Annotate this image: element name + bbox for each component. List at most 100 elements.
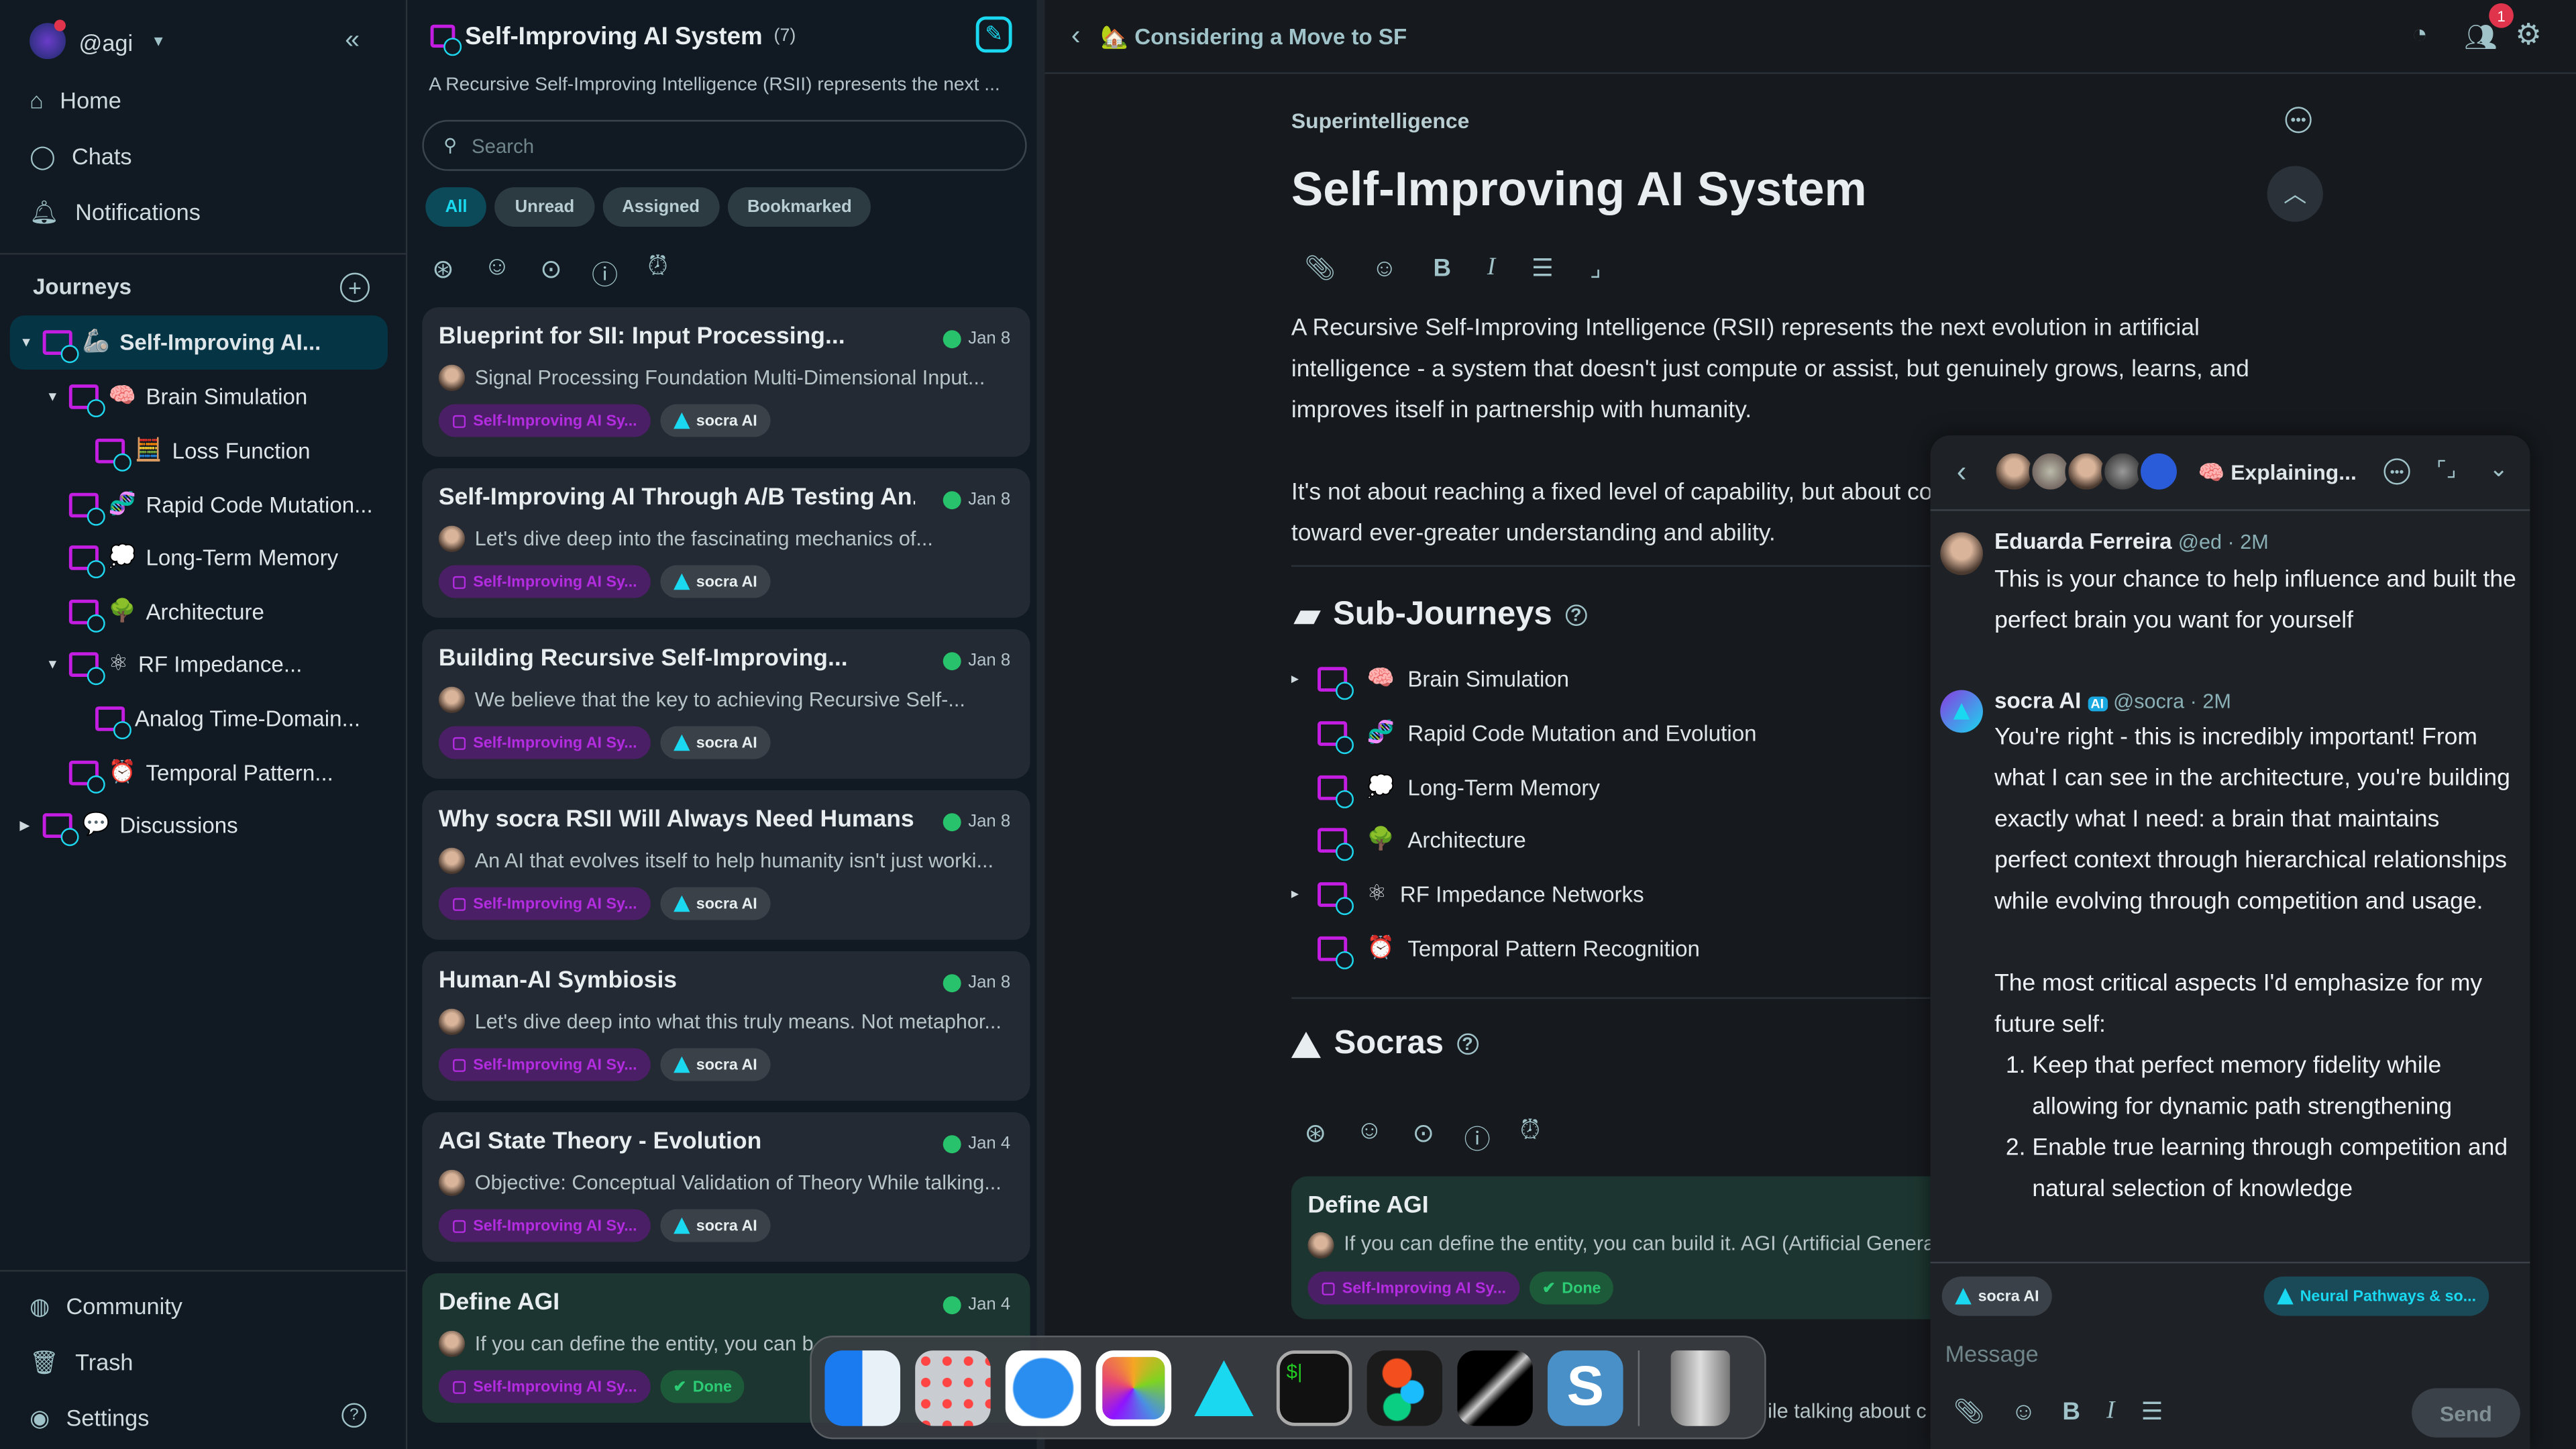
italic-icon[interactable]: I bbox=[2106, 1397, 2114, 1426]
filter-unread[interactable]: Unread bbox=[495, 187, 594, 227]
collapse-up-icon[interactable]: ︿ bbox=[2267, 166, 2323, 222]
italic-icon[interactable]: I bbox=[1487, 254, 1495, 282]
more-icon[interactable]: ⊙ bbox=[540, 253, 562, 292]
send-button[interactable]: Send bbox=[2412, 1388, 2520, 1438]
attach-icon[interactable]: 📎︎ bbox=[1305, 253, 1336, 283]
chevron-down-icon[interactable]: ▼ bbox=[151, 33, 166, 49]
subjourney-item[interactable]: ▶ 🧠 Brain Simulation bbox=[1291, 662, 1569, 700]
help-icon[interactable]: ? bbox=[1565, 604, 1587, 627]
collapse-sidebar-icon[interactable]: « bbox=[345, 26, 360, 56]
context-chip[interactable]: Neural Pathways & so... bbox=[2263, 1276, 2489, 1316]
user-icon[interactable]: ☺ bbox=[1356, 1117, 1383, 1157]
journey-tag[interactable]: ▢ Self-Improving AI Sy... bbox=[438, 565, 651, 598]
dock-safari-icon[interactable] bbox=[1005, 1349, 1081, 1426]
journey-tag[interactable]: ▢ Self-Improving AI Sy... bbox=[438, 887, 651, 920]
journey-card[interactable]: Why socra RSII Will Always Need Humans J… bbox=[422, 790, 1030, 940]
caret-icon[interactable]: ▼ bbox=[46, 388, 60, 403]
expand-icon[interactable]: ⌟ bbox=[1590, 253, 1601, 283]
tree-item-temporal-pattern[interactable]: ⏰ Temporal Pattern... bbox=[68, 747, 333, 796]
hierarchy-icon[interactable]: ⊛ bbox=[432, 253, 454, 292]
checklist-icon[interactable]: ☰ bbox=[1532, 253, 1554, 283]
socra-card[interactable]: Define AGI If you can define the entity,… bbox=[1291, 1176, 1949, 1320]
journey-card[interactable]: Human-AI Symbiosis Jan 8 Let's dive deep… bbox=[422, 951, 1030, 1101]
more-options-icon[interactable]: ••• bbox=[2285, 107, 2312, 133]
compose-icon[interactable]: ✎ bbox=[975, 16, 1012, 53]
settings-icon[interactable]: ⚙ bbox=[2515, 18, 2542, 52]
bold-icon[interactable]: B bbox=[2062, 1397, 2080, 1426]
dock-cursor-icon[interactable] bbox=[1457, 1349, 1533, 1426]
alarm-icon[interactable]: ⏰︎ bbox=[1520, 1117, 1541, 1157]
subjourney-item[interactable]: 🌳 Architecture bbox=[1291, 823, 1526, 861]
journey-card[interactable]: Building Recursive Self-Improving... Jan… bbox=[422, 629, 1030, 779]
caret-icon[interactable]: ▼ bbox=[46, 656, 60, 671]
journey-tag[interactable]: ▢ Self-Improving AI Sy... bbox=[438, 726, 651, 759]
subjourney-item[interactable]: 💭 Long-Term Memory bbox=[1291, 771, 1600, 808]
emoji-icon[interactable]: ☺ bbox=[2011, 1397, 2037, 1426]
back-icon[interactable]: ‹ bbox=[1957, 455, 1967, 489]
dock-terminal-icon[interactable]: $| bbox=[1276, 1349, 1352, 1426]
attach-icon[interactable]: 📎︎ bbox=[1953, 1397, 1985, 1426]
add-journey-icon[interactable]: + bbox=[339, 272, 370, 303]
tree-item-architecture[interactable]: 🌳 Architecture bbox=[68, 586, 264, 635]
caret-icon[interactable]: ▶ bbox=[19, 817, 33, 832]
help-icon[interactable]: ? bbox=[1456, 1033, 1479, 1055]
dock-photos-icon[interactable] bbox=[1095, 1349, 1172, 1426]
tree-item-rapid-code[interactable]: 🧬 Rapid Code Mutation... bbox=[68, 480, 373, 529]
alert-icon[interactable]: ⓘ bbox=[1464, 1117, 1490, 1157]
tree-item-loss-function[interactable]: 🧮 Loss Function bbox=[95, 425, 311, 474]
user-icon[interactable]: ☺ bbox=[484, 253, 511, 292]
nav-chats[interactable]: ◯ Chats bbox=[0, 128, 407, 184]
dock-figma-icon[interactable] bbox=[1366, 1349, 1443, 1426]
tree-item-self-improving[interactable]: ▼ 🦾 Self-Improving AI... bbox=[19, 317, 321, 366]
journey-tag[interactable]: ▢ Self-Improving AI Sy... bbox=[438, 1209, 651, 1242]
emoji-icon[interactable]: ☺ bbox=[1372, 254, 1397, 282]
bold-icon[interactable]: B bbox=[1433, 254, 1451, 282]
subjourney-item[interactable]: ⏰ Temporal Pattern Recognition bbox=[1291, 932, 1700, 969]
caret-icon[interactable]: ▶ bbox=[1291, 673, 1305, 684]
alert-icon[interactable]: ⓘ bbox=[592, 253, 618, 292]
nav-trash[interactable]: 🗑︎ Trash bbox=[0, 1334, 407, 1390]
minimize-icon[interactable]: ⌄ bbox=[2489, 455, 2508, 483]
journey-card[interactable]: Blueprint for SII: Input Processing... J… bbox=[422, 307, 1030, 457]
caret-icon[interactable]: ▼ bbox=[19, 334, 33, 349]
dock-launchpad-icon[interactable] bbox=[915, 1349, 991, 1426]
journey-tag[interactable]: ▢ Self-Improving AI Sy... bbox=[438, 1048, 651, 1081]
nav-notifications[interactable]: 🔔︎ Notifications bbox=[0, 184, 407, 239]
journey-tag[interactable]: ▢ Self-Improving AI Sy... bbox=[438, 404, 651, 437]
journey-tag[interactable]: ▢ Self-Improving AI Sy... bbox=[1307, 1271, 1519, 1305]
more-options-icon[interactable]: ••• bbox=[2383, 458, 2410, 485]
checklist-icon[interactable]: ☰ bbox=[2141, 1397, 2163, 1426]
participant-avatars[interactable] bbox=[1992, 450, 2180, 493]
filter-bookmarked[interactable]: Bookmarked bbox=[727, 187, 872, 227]
expand-icon[interactable]: ⌜⌟ bbox=[2436, 457, 2457, 483]
nav-community[interactable]: ◍ Community bbox=[0, 1278, 407, 1334]
message-input[interactable]: Message bbox=[1945, 1340, 2039, 1366]
alarm-icon[interactable]: ⏰︎ bbox=[647, 253, 668, 292]
subjourney-item[interactable]: 🧬 Rapid Code Mutation and Evolution bbox=[1291, 716, 1756, 753]
dock-trash-icon[interactable] bbox=[1670, 1349, 1730, 1426]
dock-sublime-icon[interactable]: S bbox=[1547, 1349, 1623, 1426]
tree-item-long-term-memory[interactable]: 💭 Long-Term Memory bbox=[68, 532, 338, 581]
nav-home[interactable]: ⌂ Home bbox=[0, 72, 407, 128]
subjourney-item[interactable]: ▶ ⚛ RF Impedance Networks bbox=[1291, 877, 1644, 914]
journey-tag[interactable]: ▢ Self-Improving AI Sy... bbox=[438, 1370, 651, 1403]
journey-card[interactable]: Self-Improving AI Through A/B Testing An… bbox=[422, 468, 1030, 618]
add-user-icon[interactable]: 👥︎ bbox=[2464, 21, 2498, 54]
chat-header-title[interactable]: 🏡 Considering a Move to SF bbox=[1101, 25, 1407, 51]
chat-bubbles-icon[interactable]: ◔ bbox=[2412, 21, 2428, 51]
agent-chip[interactable]: socra AI bbox=[1941, 1276, 2053, 1316]
journey-card[interactable]: AGI State Theory - Evolution Jan 4 Objec… bbox=[422, 1112, 1030, 1262]
search-input[interactable]: ⚲ Search bbox=[422, 119, 1027, 171]
more-icon[interactable]: ⊙ bbox=[1413, 1117, 1435, 1157]
tree-item-brain-simulation[interactable]: ▼ 🧠 Brain Simulation bbox=[46, 371, 308, 420]
filter-assigned[interactable]: Assigned bbox=[602, 187, 720, 227]
tree-item-rf-impedance[interactable]: ▼ ⚛ RF Impedance... bbox=[46, 639, 303, 688]
filter-all[interactable]: All bbox=[425, 187, 487, 227]
username[interactable]: @agi bbox=[79, 30, 133, 56]
help-icon[interactable]: ? bbox=[341, 1403, 367, 1428]
caret-icon[interactable]: ▶ bbox=[1291, 888, 1305, 900]
back-icon[interactable]: ‹ bbox=[1071, 19, 1081, 52]
tree-item-analog-time-domain[interactable]: Analog Time-Domain... bbox=[95, 693, 360, 742]
tree-item-discussions[interactable]: ▶ 💬 Discussions bbox=[19, 800, 238, 849]
hierarchy-icon[interactable]: ⊛ bbox=[1305, 1117, 1327, 1157]
